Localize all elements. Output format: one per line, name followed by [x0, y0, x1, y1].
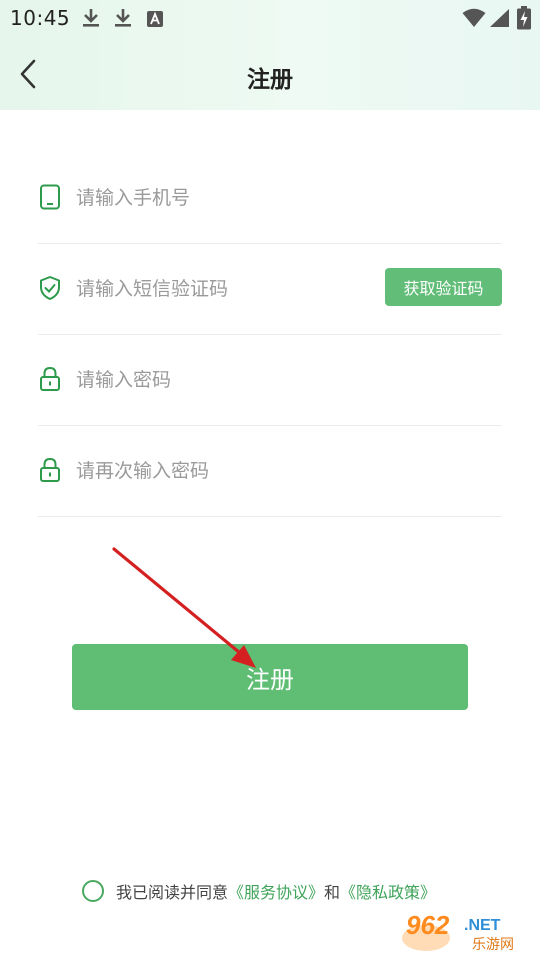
terms-link[interactable]: 《服务协议》 — [228, 883, 324, 902]
register-button[interactable]: 注册 — [72, 644, 468, 710]
phone-input[interactable] — [76, 183, 376, 213]
site-watermark-logo: 962 .NET 乐游网 — [400, 908, 536, 954]
wifi-icon — [462, 8, 486, 27]
sms-code-row: 获取验证码 — [38, 244, 502, 335]
confirm-password-row — [38, 426, 502, 517]
svg-text:乐游网: 乐游网 — [472, 937, 514, 953]
agreement-and: 和 — [324, 883, 341, 902]
agreement-line: 我已阅读并同意《服务协议》和《隐私政策》 — [82, 879, 436, 905]
get-code-button[interactable]: 获取验证码 — [385, 268, 502, 306]
password-row — [38, 335, 502, 426]
lock-icon — [40, 366, 60, 391]
shield-check-icon — [40, 276, 60, 300]
battery-charging-icon — [517, 6, 531, 30]
signal-icon — [490, 9, 509, 27]
phone-icon — [40, 184, 60, 210]
status-bar: 10:45 — [0, 0, 540, 36]
download-icon — [83, 9, 99, 27]
agreement-prefix: 我已阅读并同意 — [116, 883, 229, 902]
page-title: 注册 — [247, 67, 293, 93]
download-icon — [115, 9, 131, 27]
agree-radio[interactable] — [82, 880, 104, 902]
status-time: 10:45 — [10, 6, 71, 30]
privacy-link[interactable]: 《隐私政策》 — [340, 883, 436, 902]
svg-text:962: 962 — [406, 910, 450, 940]
sms-code-input[interactable] — [76, 274, 376, 304]
confirm-password-input[interactable] — [76, 456, 376, 486]
password-input[interactable] — [76, 365, 376, 395]
phone-row — [38, 153, 502, 244]
svg-text:.NET: .NET — [464, 917, 501, 934]
lock-icon — [40, 457, 60, 482]
keyboard-notification-icon — [147, 11, 163, 27]
